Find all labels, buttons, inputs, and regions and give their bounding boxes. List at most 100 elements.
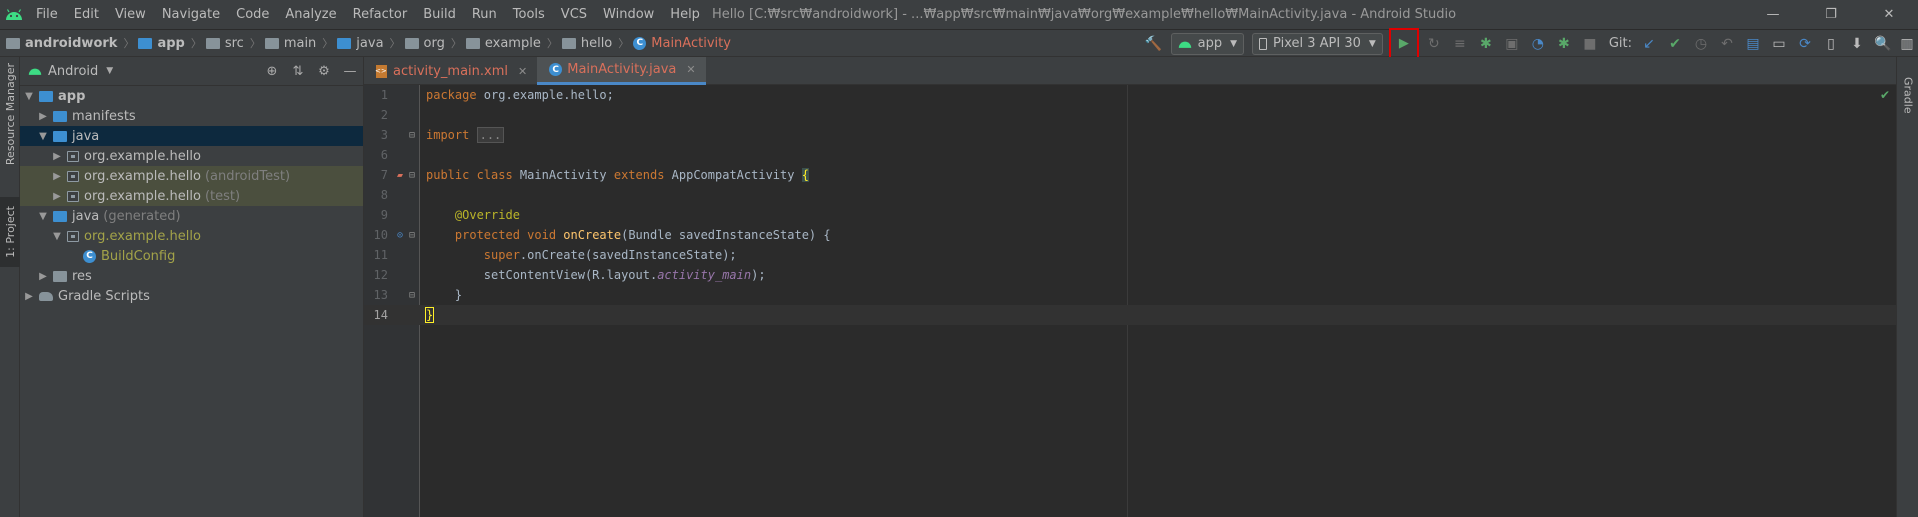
menu-build[interactable]: Build (415, 0, 464, 29)
breadcrumb-mainactivity[interactable]: MainActivity (651, 36, 731, 51)
code-line[interactable]: 10 ⊙ ⊟ protected void onCreate(Bundle sa… (364, 225, 1896, 245)
chevron-down-icon[interactable]: ▼ (106, 66, 113, 76)
minimize-button[interactable]: — (1744, 0, 1802, 29)
collapsed-arrow-icon[interactable]: ▶ (50, 171, 64, 182)
attach-debugger-process-icon[interactable]: ✱ (1551, 31, 1577, 57)
breadcrumb-src[interactable]: src (225, 36, 244, 51)
expanded-arrow-icon[interactable]: ▼ (22, 91, 36, 102)
code-line[interactable]: 11 super.onCreate(savedInstanceState); (364, 245, 1896, 265)
code-line[interactable]: 7 ▰ ⊟ public class MainActivity extends … (364, 165, 1896, 185)
collapsed-arrow-icon[interactable]: ▶ (36, 111, 50, 122)
close-icon[interactable]: ✕ (518, 65, 527, 78)
menu-code[interactable]: Code (228, 0, 277, 29)
tree-item-java-generated[interactable]: ▼ java (generated) (20, 206, 363, 226)
avd-manager-icon[interactable]: ⟳ (1792, 31, 1818, 57)
debug-icon[interactable]: ✱ (1473, 31, 1499, 57)
profile-icon[interactable]: ◔ (1525, 31, 1551, 57)
current-code-line[interactable]: 14 } (364, 305, 1896, 325)
attach-debugger-icon[interactable]: ▣ (1499, 31, 1525, 57)
folded-imports[interactable]: ... (476, 127, 505, 143)
annotation: @Override (454, 208, 520, 222)
breadcrumb-java[interactable]: java (356, 36, 383, 51)
git-commit-icon[interactable]: ✔ (1662, 31, 1688, 57)
code-line[interactable]: 6 (364, 145, 1896, 165)
tree-item-gradle-scripts[interactable]: ▶ Gradle Scripts (20, 286, 363, 306)
tree-item-manifests[interactable]: ▶ manifests (20, 106, 363, 126)
menu-file[interactable]: File (28, 0, 66, 29)
breadcrumb-hello[interactable]: hello (581, 36, 612, 51)
collapsed-arrow-icon[interactable]: ▶ (50, 191, 64, 202)
menu-vcs[interactable]: VCS (553, 0, 595, 29)
maximize-button[interactable]: ❐ (1802, 0, 1860, 29)
device-select[interactable]: Pixel 3 API 30 ▼ (1252, 32, 1383, 55)
collapsed-arrow-icon[interactable]: ▶ (50, 151, 64, 162)
code-line[interactable]: 12 setContentView(R.layout.activity_main… (364, 265, 1896, 285)
git-rollback-icon[interactable]: ↶ (1714, 31, 1740, 57)
locate-icon[interactable]: ⊕ (259, 64, 285, 79)
run-icon[interactable]: ▶ (1394, 31, 1414, 57)
close-window-button[interactable]: ✕ (1860, 0, 1918, 29)
menu-window[interactable]: Window (595, 0, 662, 29)
code-line[interactable]: 3 ⊟ import ... (364, 125, 1896, 145)
collapsed-arrow-icon[interactable]: ▶ (36, 271, 50, 282)
close-icon[interactable]: ✕ (686, 63, 695, 76)
breadcrumb-androidwork[interactable]: androidwork (25, 36, 117, 51)
tree-item-package-test[interactable]: ▶ org.example.hello (test) (20, 186, 363, 206)
fold-icon[interactable]: ⊟ (405, 168, 419, 182)
menu-view[interactable]: View (107, 0, 154, 29)
expanded-arrow-icon[interactable]: ▼ (36, 131, 50, 142)
tab-gradle[interactable]: Gradle (1897, 65, 1918, 125)
git-update-icon[interactable]: ↙ (1636, 31, 1662, 57)
tree-item-app[interactable]: ▼ app (20, 86, 363, 106)
apply-code-changes-icon[interactable]: ≡ (1447, 31, 1473, 57)
fold-end-icon[interactable]: ⊟ (405, 288, 419, 302)
breadcrumb-main[interactable]: main (284, 36, 316, 51)
code-line[interactable]: 13 ⊟ } (364, 285, 1896, 305)
menu-edit[interactable]: Edit (66, 0, 107, 29)
project-structure-icon[interactable]: ▤ (1740, 31, 1766, 57)
code-line[interactable]: 9 @Override (364, 205, 1896, 225)
tree-item-buildconfig[interactable]: C BuildConfig (20, 246, 363, 266)
breadcrumb-example[interactable]: example (485, 36, 541, 51)
apply-changes-icon[interactable]: ↻ (1421, 31, 1447, 57)
menu-refactor[interactable]: Refactor (345, 0, 416, 29)
hammer-icon[interactable]: 🔨 (1141, 31, 1167, 57)
code-line[interactable]: 8 (364, 185, 1896, 205)
code-line[interactable]: 2 (364, 105, 1896, 125)
tree-item-package-generated[interactable]: ▼ org.example.hello (20, 226, 363, 246)
collapsed-arrow-icon[interactable]: ▶ (22, 291, 36, 302)
git-history-icon[interactable]: ◷ (1688, 31, 1714, 57)
stop-icon[interactable]: ■ (1577, 31, 1603, 57)
breadcrumb-app[interactable]: app (157, 36, 184, 51)
tab-mainactivity-java[interactable]: C MainActivity.java ✕ (537, 57, 706, 85)
tree-item-package[interactable]: ▶ org.example.hello (20, 146, 363, 166)
tree-item-res[interactable]: ▶ res (20, 266, 363, 286)
hide-icon[interactable]: — (337, 64, 363, 79)
menu-help[interactable]: Help (662, 0, 708, 29)
expanded-arrow-icon[interactable]: ▼ (50, 231, 64, 242)
fold-icon[interactable]: ⊟ (405, 228, 419, 242)
sdk-download-icon[interactable]: ⬇ (1844, 31, 1870, 57)
expanded-arrow-icon[interactable]: ▼ (36, 211, 50, 222)
search-icon[interactable]: 🔍 (1870, 31, 1896, 57)
code-line[interactable]: 1 package org.example.hello; (364, 85, 1896, 105)
tab-activity-main-xml[interactable]: activity_main.xml ✕ (364, 57, 537, 85)
tab-resource-manager[interactable]: Resource Manager (0, 57, 20, 172)
run-config-select[interactable]: app ▼ (1170, 32, 1245, 55)
menu-run[interactable]: Run (464, 0, 505, 29)
gear-icon[interactable]: ⚙ (311, 64, 337, 79)
sdk-manager-icon[interactable]: ▯ (1818, 31, 1844, 57)
fold-icon[interactable]: ⊟ (405, 128, 419, 142)
menu-analyze[interactable]: Analyze (277, 0, 344, 29)
collapse-all-icon[interactable]: ⇅ (285, 64, 311, 79)
sync-gradle-icon[interactable]: ▭ (1766, 31, 1792, 57)
menu-tools[interactable]: Tools (505, 0, 553, 29)
tab-project[interactable]: 1: Project (0, 197, 20, 267)
breadcrumb-org[interactable]: org (424, 36, 445, 51)
breadcrumb-separator-icon: 〉 (389, 37, 401, 50)
view-mode-select[interactable]: Android (48, 64, 98, 79)
settings-icon[interactable]: ▥ (1896, 31, 1918, 57)
tree-item-java[interactable]: ▼ java (20, 126, 363, 146)
menu-navigate[interactable]: Navigate (154, 0, 228, 29)
tree-item-package-androidtest[interactable]: ▶ org.example.hello (androidTest) (20, 166, 363, 186)
